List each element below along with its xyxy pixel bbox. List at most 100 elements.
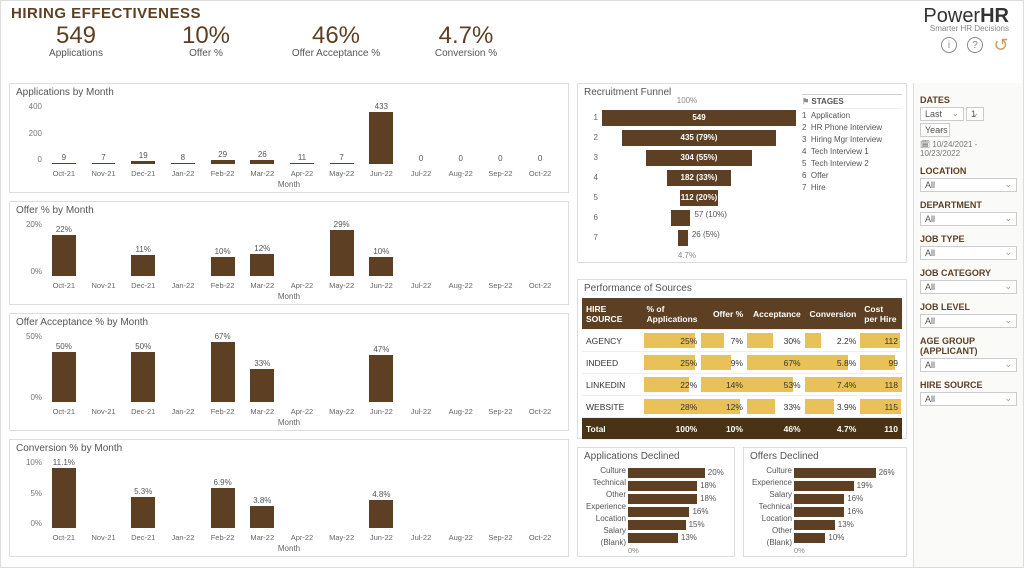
reason-row: 20% — [628, 466, 724, 479]
reason-bars: 20%18%18%16%15%13% — [628, 466, 724, 550]
table-row[interactable]: INDEED 25% 9% 67% 5.8% 99 — [582, 352, 902, 374]
info-icon[interactable]: i — [941, 37, 957, 53]
bar-col: 8 — [163, 102, 203, 164]
filter-select[interactable]: All — [920, 212, 1017, 226]
bar-col: 0 — [401, 102, 441, 164]
table-row[interactable]: LINKEDIN 22% 14% 53% 7.4% 118 — [582, 374, 902, 396]
filter-select[interactable]: All — [920, 314, 1017, 328]
kpi-value: 10% — [141, 22, 271, 50]
chart-title: Offers Declined — [744, 448, 906, 465]
y-axis: 20%0% — [16, 220, 42, 276]
reason-labels: CultureExperienceSalaryTechnicalLocation… — [748, 466, 792, 550]
dates-unit-select[interactable]: Years — [920, 123, 950, 137]
reason-row: 18% — [628, 479, 724, 492]
table-row[interactable]: AGENCY 25% 7% 30% 2.2% 112 — [582, 330, 902, 352]
chart-title: Conversion % by Month — [10, 440, 568, 457]
bar-col: 9 — [44, 102, 84, 164]
bar-col — [401, 220, 441, 276]
bars: 50%50%67%33%47% — [44, 332, 560, 402]
reason-row: 13% — [794, 518, 896, 531]
bar-col — [520, 220, 560, 276]
reason-labels: CultureTechnicalOtherExperienceLocationS… — [582, 466, 626, 550]
dates-range: 🗓 10/24/2021 - 10/23/2022 — [920, 140, 1017, 158]
funnel-row: 3304 (55%) — [584, 148, 796, 167]
filter-select[interactable]: All — [920, 246, 1017, 260]
bar-col — [441, 458, 481, 528]
bar-col: 0 — [481, 102, 521, 164]
x-axis-title: Month — [10, 292, 568, 301]
stage-item: 2 HR Phone Interview — [802, 121, 902, 133]
filter-select[interactable]: All — [920, 280, 1017, 294]
funnel-row: 1549 — [584, 108, 796, 127]
bar-col — [481, 458, 521, 528]
reason-bars: 26%19%16%16%13%10% — [794, 466, 896, 550]
dates-n-select[interactable]: 1 — [966, 107, 984, 121]
stage-item: 7 Hire — [802, 181, 902, 193]
bar-col — [84, 458, 124, 528]
filter-heading: JOB CATEGORY — [920, 268, 1017, 278]
bars: 22%11%10%12%29%10% — [44, 220, 560, 276]
funnel-row: 5112 (20%) — [584, 188, 796, 207]
bar-col — [520, 332, 560, 402]
filter-heading: JOB LEVEL — [920, 302, 1017, 312]
stage-item: 3 Hiring Mgr Interview — [802, 133, 902, 145]
brand-tagline: Smarter HR Decisions — [923, 24, 1009, 33]
bar-col — [481, 220, 521, 276]
filter-heading-dates: DATES — [920, 95, 1017, 105]
table-header: HIRE SOURCE% of ApplicationsOffer %Accep… — [582, 298, 902, 330]
x-axis-title: Month — [10, 418, 568, 427]
bar-col: 50% — [123, 332, 163, 402]
reason-row: 16% — [794, 492, 896, 505]
kpi: 46%Offer Acceptance % — [271, 22, 401, 59]
bar-col — [322, 458, 362, 528]
filter-select[interactable]: All — [920, 392, 1017, 406]
bars: 11.1%5.3%6.9%3.8%4.8% — [44, 458, 560, 528]
bar-col: 67% — [203, 332, 243, 402]
y-axis: 10%5%0% — [16, 458, 42, 528]
x-labels: Oct-21Nov-21Dec-21Jan-22Feb-22Mar-22Apr-… — [44, 169, 560, 178]
chart-applications: Applications by Month 4002000 9719829261… — [9, 83, 569, 193]
funnel-bars: 15492435 (79%)3304 (55%)4182 (33%)5112 (… — [584, 108, 796, 256]
stage-item: 6 Offer — [802, 169, 902, 181]
bar-col: 19 — [123, 102, 163, 164]
funnel-top-label: 100% — [578, 96, 796, 105]
chart-conversion-pct: Conversion % by Month 10%5%0% 11.1%5.3%6… — [9, 439, 569, 557]
dates-last-select[interactable]: Last — [920, 107, 964, 121]
chart-title: Offer Acceptance % by Month — [10, 314, 568, 331]
bar-col: 5.3% — [123, 458, 163, 528]
bar-col — [282, 458, 322, 528]
bar-col: 29% — [322, 220, 362, 276]
stage-item: 4 Tech Interview 1 — [802, 145, 902, 157]
kpi: 4.7%Conversion % — [401, 22, 531, 59]
x-axis-title: Month — [10, 180, 568, 189]
bar-col: 11% — [123, 220, 163, 276]
funnel-legend: STAGES1 Application2 HR Phone Interview3… — [802, 94, 902, 193]
kpi-value: 4.7% — [401, 22, 531, 50]
help-icon[interactable]: ? — [967, 37, 983, 53]
brand: PowerHR Smarter HR Decisions i ? ↺ — [923, 5, 1009, 53]
reason-row: 26% — [794, 466, 896, 479]
x-zero: 0% — [794, 546, 805, 555]
bar-col — [84, 332, 124, 402]
bar-col: 6.9% — [203, 458, 243, 528]
back-icon[interactable]: ↺ — [993, 37, 1009, 53]
table-sources: Performance of Sources HIRE SOURCE% of A… — [577, 279, 907, 439]
reason-row: 10% — [794, 531, 896, 544]
filter-select[interactable]: All — [920, 178, 1017, 192]
filter-heading: HIRE SOURCE — [920, 380, 1017, 390]
kpi: 10%Offer % — [141, 22, 271, 59]
bar-col: 10% — [362, 220, 402, 276]
bar-col: 4.8% — [362, 458, 402, 528]
kpi-label: Applications — [11, 48, 141, 59]
bar-col — [163, 458, 203, 528]
filter-heading: AGE GROUP (APPLICANT) — [920, 336, 1017, 356]
chart-title: Offer % by Month — [10, 202, 568, 219]
x-labels: Oct-21Nov-21Dec-21Jan-22Feb-22Mar-22Apr-… — [44, 533, 560, 542]
filter-select[interactable]: All — [920, 358, 1017, 372]
bars: 9719829261174330000 — [44, 102, 560, 164]
filter-heading: DEPARTMENT — [920, 200, 1017, 210]
funnel-bottom-label: 4.7% — [578, 251, 796, 260]
table-row[interactable]: WEBSITE 28% 12% 33% 3.9% 115 — [582, 396, 902, 418]
chart-acceptance-pct: Offer Acceptance % by Month 50%0% 50%50%… — [9, 313, 569, 431]
x-zero: 0% — [628, 546, 639, 555]
